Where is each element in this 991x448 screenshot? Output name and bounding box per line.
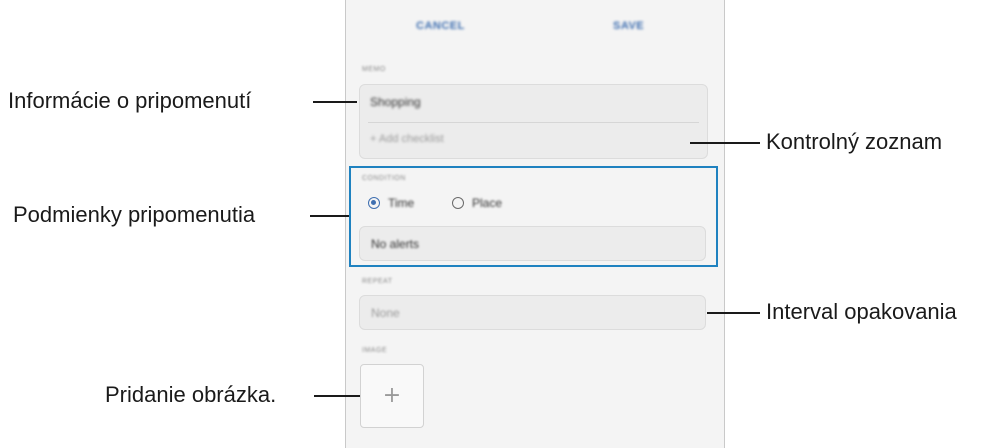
leader-line-conditions [310, 215, 349, 217]
callout-conditions: Podmienky pripomenutia [13, 202, 256, 227]
callout-repeat-interval: Interval opakovania [766, 299, 957, 324]
callout-add-image: Pridanie obrázka. [105, 382, 277, 407]
memo-divider [368, 122, 699, 123]
memo-section-label: MEMO [362, 66, 386, 73]
image-section-label: IMAGE [362, 347, 388, 354]
condition-highlight-frame [349, 166, 718, 267]
repeat-field[interactable]: None [359, 295, 706, 330]
leader-line-repeat-interval [707, 312, 760, 314]
add-image-button[interactable]: + [360, 364, 424, 428]
leader-line-add-image [314, 395, 360, 397]
plus-icon: + [382, 383, 402, 408]
cancel-button[interactable]: CANCEL [416, 20, 465, 32]
memo-box: Shopping + Add checklist [359, 84, 708, 159]
save-button[interactable]: SAVE [613, 20, 644, 32]
repeat-value: None [371, 306, 400, 320]
repeat-section-label: REPEAT [362, 278, 393, 285]
add-checklist-button[interactable]: + Add checklist [370, 133, 444, 145]
leader-line-reminder-info [313, 101, 357, 103]
top-action-bar: CANCEL SAVE [346, 0, 724, 56]
leader-line-checklist [690, 142, 760, 144]
callout-reminder-info: Informácie o pripomenutí [8, 88, 252, 113]
reminder-title-input[interactable]: Shopping [370, 95, 421, 109]
callout-checklist: Kontrolný zoznam [766, 129, 943, 154]
